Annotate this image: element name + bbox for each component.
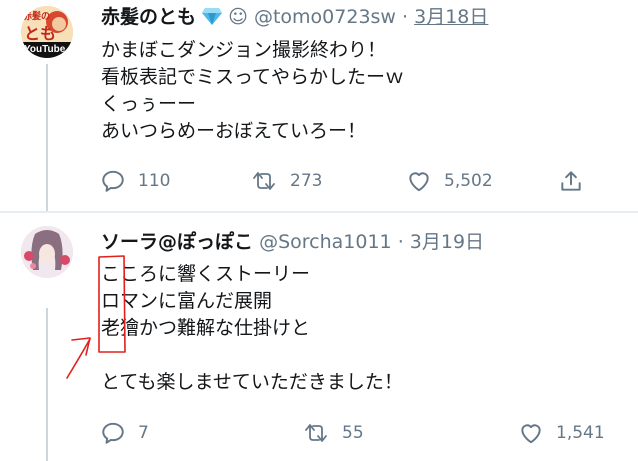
tweet-text: かまぼこダンジョン撮影終わり！ 看板表記でミスってやらかしたーｗ くっぅーー あ… xyxy=(101,37,404,145)
heart-icon xyxy=(521,424,541,444)
tweet-line: 老獪かつ難解な仕掛けと xyxy=(101,317,311,339)
tweet-line: こころに響くストーリー xyxy=(101,263,311,285)
thread-line xyxy=(46,64,48,212)
separator-dot: · xyxy=(402,6,409,28)
tweet-text: こころに響くストーリー ロマンに富んだ展開 老獪かつ難解な仕掛けと とても楽しま… xyxy=(101,261,403,396)
tweet-line: あいつらめーおぼえていろー！ xyxy=(101,120,367,142)
like-count: 5,502 xyxy=(444,171,493,191)
tweet-line: とても楽しませていただきました！ xyxy=(101,371,403,393)
retweet-icon xyxy=(305,424,327,442)
reply-count: 110 xyxy=(138,171,171,191)
tweet-line: ロマンに富んだ展開 xyxy=(101,290,273,312)
like-button[interactable]: 1,541 xyxy=(518,420,605,446)
avatar-youtube-logo: YouTube xyxy=(23,43,67,57)
reply-button[interactable]: 7 xyxy=(100,420,149,446)
tweet-line: かまぼこダンジョン撮影終わり！ xyxy=(101,39,387,61)
avatar-akagami-tomo[interactable]: 赤髪の とも YouTube xyxy=(21,6,73,58)
display-name[interactable]: 赤髪のとも xyxy=(101,6,196,28)
like-button[interactable]: 5,502 xyxy=(406,168,493,194)
tweet-line: くっぅーー xyxy=(101,93,197,115)
reply-button[interactable]: 110 xyxy=(100,168,170,194)
share-button[interactable] xyxy=(558,168,584,194)
tweet-date[interactable]: 3月18日 xyxy=(414,6,488,28)
avatar-youtube-text: YouTube xyxy=(23,44,67,55)
gem-emoji-icon xyxy=(202,7,223,31)
retweet-icon xyxy=(253,172,275,190)
retweet-button[interactable]: 273 xyxy=(250,168,322,194)
tweet-1[interactable]: 赤髪の とも YouTube 赤髪のとも ☺ @tomo0723sw · 3月1… xyxy=(0,0,638,212)
tweet-actions: 110 273 5,502 xyxy=(100,168,600,198)
display-name[interactable]: ソーラ@ぽっぽこ xyxy=(101,231,253,253)
share-icon xyxy=(561,171,581,191)
tweet-header: ソーラ@ぽっぽこ @Sorcha1011 · 3月19日 xyxy=(101,230,484,254)
handle[interactable]: @tomo0723sw xyxy=(254,6,396,28)
heart-icon xyxy=(409,172,429,192)
avatar-text-mid: とも xyxy=(24,24,57,43)
retweet-button[interactable]: 55 xyxy=(302,420,364,446)
retweet-count: 55 xyxy=(342,423,364,443)
like-count: 1,541 xyxy=(556,423,605,443)
reply-icon xyxy=(102,170,124,192)
avatar-sorcha[interactable] xyxy=(21,226,73,278)
retweet-count: 273 xyxy=(290,171,323,191)
tweet-line: 看板表記でミスってやらかしたーｗ xyxy=(101,66,405,88)
smiley-icon: ☺ xyxy=(228,6,248,28)
tweet-actions: 7 55 1,541 xyxy=(100,420,605,450)
tweet-date[interactable]: 3月19日 xyxy=(410,231,484,253)
avatar-image xyxy=(21,226,73,278)
reply-icon xyxy=(102,422,124,444)
reply-count: 7 xyxy=(138,423,149,443)
handle[interactable]: @Sorcha1011 xyxy=(259,231,392,253)
tweet-2[interactable]: ソーラ@ぽっぽこ @Sorcha1011 · 3月19日 こころに響くストーリー… xyxy=(0,213,638,461)
tweet-line xyxy=(101,342,403,369)
separator-dot: · xyxy=(397,231,404,253)
tweet-header: 赤髪のとも ☺ @tomo0723sw · 3月18日 xyxy=(101,5,488,31)
